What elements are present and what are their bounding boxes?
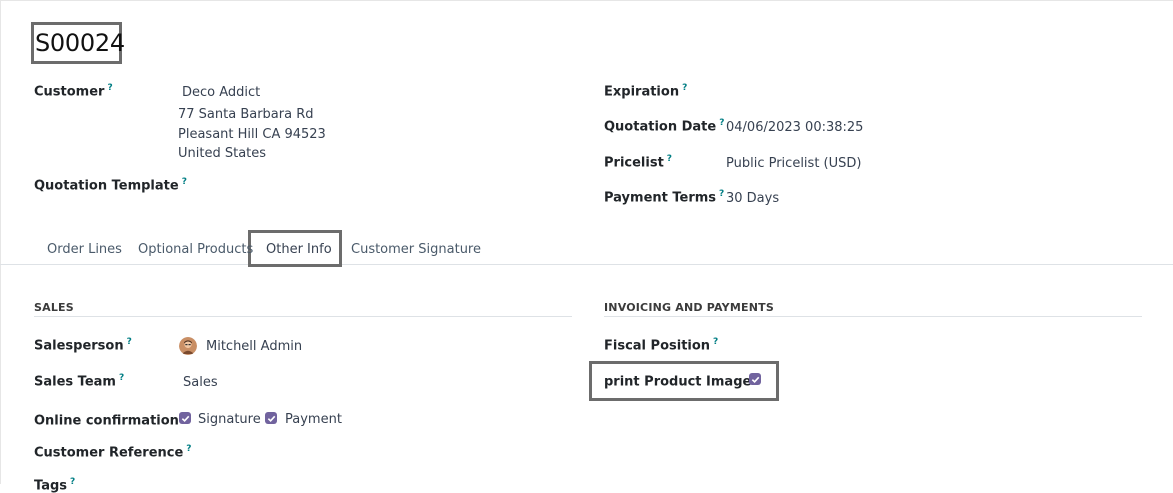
- sales-team-value[interactable]: Sales: [183, 375, 218, 390]
- salesperson-label: Salesperson?: [34, 337, 132, 354]
- pricelist-label: Pricelist?: [604, 154, 673, 171]
- tab-other-info[interactable]: Other Info: [266, 242, 332, 257]
- help-icon[interactable]: ?: [713, 337, 718, 347]
- customer-address-line1: 77 Santa Barbara Rd: [178, 107, 314, 122]
- help-icon[interactable]: ?: [119, 373, 124, 383]
- help-icon[interactable]: ?: [719, 189, 724, 199]
- expiration-label: Expiration?: [604, 83, 688, 100]
- check-icon: [181, 415, 189, 422]
- help-icon[interactable]: ?: [667, 154, 672, 164]
- salesperson-value[interactable]: Mitchell Admin: [206, 339, 302, 354]
- sales-section-title: SALES: [34, 301, 74, 314]
- quotation-date-label: Quotation Date?: [604, 118, 725, 135]
- sales-section-divider: [34, 316, 572, 317]
- pricelist-value[interactable]: Public Pricelist (USD): [726, 156, 861, 171]
- sales-team-label: Sales Team?: [34, 373, 125, 390]
- fiscal-position-label: Fiscal Position?: [604, 337, 719, 354]
- help-icon[interactable]: ?: [70, 477, 75, 487]
- help-icon[interactable]: ?: [186, 444, 191, 454]
- signature-checkbox[interactable]: [179, 412, 191, 424]
- signature-label[interactable]: Signature: [198, 412, 261, 427]
- tabs-divider: [0, 264, 1173, 265]
- customer-label: Customer?: [34, 83, 113, 100]
- tab-order-lines[interactable]: Order Lines: [47, 242, 122, 257]
- online-confirmation-label: Online confirmation?: [34, 412, 187, 428]
- payment-terms-value[interactable]: 30 Days: [726, 191, 779, 206]
- print-product-image-checkbox[interactable]: [749, 373, 761, 385]
- customer-reference-label: Customer Reference?: [34, 444, 192, 461]
- tab-optional-products[interactable]: Optional Products: [138, 242, 253, 257]
- invoicing-section-title: INVOICING AND PAYMENTS: [604, 301, 774, 314]
- help-icon[interactable]: ?: [719, 118, 724, 128]
- check-icon: [267, 415, 275, 422]
- customer-address-line2: Pleasant Hill CA 94523: [178, 127, 326, 142]
- customer-address-line3: United States: [178, 146, 267, 161]
- help-icon[interactable]: ?: [127, 337, 132, 347]
- customer-name[interactable]: Deco Addict: [182, 85, 260, 100]
- quotation-template-label: Quotation Template?: [34, 177, 187, 194]
- payment-label[interactable]: Payment: [285, 412, 342, 427]
- invoicing-section-divider: [604, 316, 1142, 317]
- print-product-image-label: print Product Image?: [604, 373, 760, 389]
- payment-checkbox[interactable]: [265, 412, 277, 424]
- help-icon[interactable]: ?: [107, 83, 112, 93]
- tags-label-partial: Tags?: [34, 477, 76, 493]
- quotation-date-value[interactable]: 04/06/2023 00:38:25: [726, 120, 863, 135]
- frame-left-border: [0, 0, 1, 484]
- tab-customer-signature[interactable]: Customer Signature: [351, 242, 481, 257]
- payment-terms-label: Payment Terms?: [604, 189, 725, 206]
- help-icon[interactable]: ?: [682, 83, 687, 93]
- check-icon: [751, 376, 759, 383]
- avatar: [179, 337, 197, 355]
- help-icon[interactable]: ?: [182, 177, 187, 187]
- frame-top-border: [0, 0, 1173, 1]
- record-title: S00024: [35, 29, 125, 57]
